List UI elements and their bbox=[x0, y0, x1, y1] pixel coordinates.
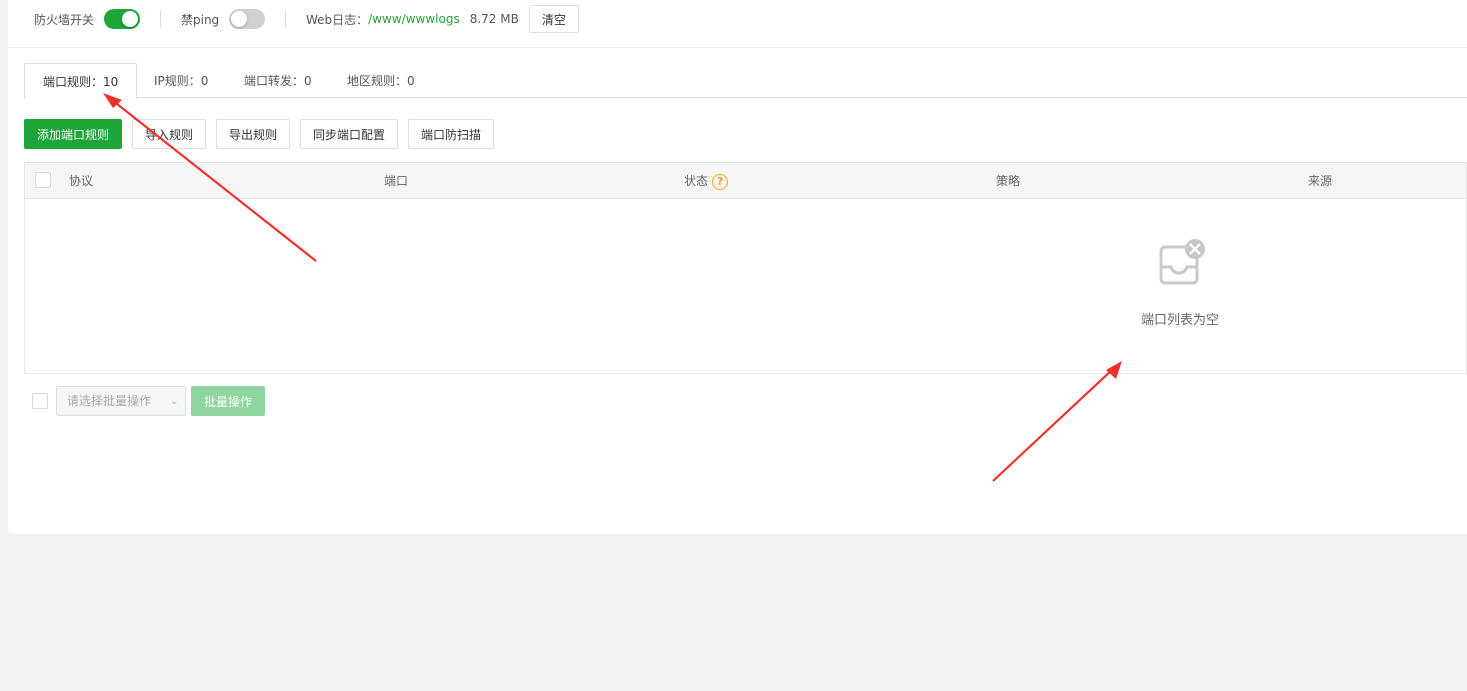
chevron-down-icon: ⌄ bbox=[169, 394, 179, 407]
divider bbox=[160, 10, 161, 28]
ping-toggle-group: 禁ping bbox=[181, 0, 266, 38]
sync-port-config-button[interactable]: 同步端口配置 bbox=[300, 119, 398, 149]
batch-select-placeholder: 请选择批量操作 bbox=[67, 394, 152, 408]
weblog-path-link[interactable]: /www/wwwlogs bbox=[368, 12, 460, 26]
empty-state-text: 端口列表为空 bbox=[1140, 313, 1219, 328]
column-port[interactable]: 端口 bbox=[384, 163, 408, 199]
port-anti-scan-button[interactable]: 端口防扫描 bbox=[408, 119, 494, 149]
ping-label: 禁ping bbox=[181, 12, 220, 27]
divider bbox=[285, 10, 286, 28]
port-rules-table: 协议 端口 状态? 策略 来源 端口列表为空 bbox=[24, 162, 1467, 374]
import-rules-button[interactable]: 导入规则 bbox=[132, 119, 206, 149]
ping-switch[interactable] bbox=[229, 9, 266, 29]
tab-port-rules[interactable]: 端口规则：10 bbox=[24, 63, 138, 99]
firewall-label: 防火墙开关 bbox=[34, 12, 95, 27]
firewall-switch[interactable] bbox=[104, 9, 141, 29]
column-policy[interactable]: 策略 bbox=[996, 163, 1020, 199]
firewall-toggle-group: 防火墙开关 bbox=[34, 0, 141, 38]
switch-knob bbox=[122, 11, 139, 27]
switch-knob bbox=[231, 11, 248, 27]
tab-region-rules[interactable]: 地区规则：0 bbox=[347, 63, 415, 98]
export-rules-button[interactable]: 导出规则 bbox=[216, 119, 290, 149]
weblog-size: 8.72 MB bbox=[469, 12, 519, 26]
select-all-checkbox[interactable] bbox=[35, 172, 51, 188]
column-status-label: 状态 bbox=[684, 174, 709, 188]
question-circle-icon[interactable]: ? bbox=[712, 173, 729, 190]
column-protocol[interactable]: 协议 bbox=[69, 163, 93, 199]
batch-select-checkbox[interactable] bbox=[32, 393, 48, 409]
table-header: 协议 端口 状态? 策略 来源 bbox=[25, 163, 1466, 199]
add-port-rule-button[interactable]: 添加端口规则 bbox=[24, 119, 122, 149]
empty-inbox-icon bbox=[1159, 239, 1205, 285]
tab-ip-rules[interactable]: IP规则：0 bbox=[154, 63, 208, 98]
tab-port-forward[interactable]: 端口转发：0 bbox=[244, 63, 312, 98]
column-status: 状态? bbox=[684, 163, 729, 199]
batch-operation-select[interactable]: 请选择批量操作 ⌄ bbox=[56, 386, 186, 416]
top-bar: 防火墙开关 禁ping Web日志： /www/wwwlogs 8.72 MB … bbox=[8, 0, 1467, 48]
firewall-panel: 防火墙开关 禁ping Web日志： /www/wwwlogs 8.72 MB … bbox=[8, 0, 1467, 534]
clear-log-button[interactable]: 清空 bbox=[528, 5, 579, 33]
batch-apply-button[interactable]: 批量操作 bbox=[191, 386, 265, 416]
column-source[interactable]: 来源 bbox=[1308, 163, 1332, 199]
rule-tabs: 端口规则：10 IP规则：0 端口转发：0 地区规则：0 bbox=[24, 63, 1467, 99]
weblog-group: Web日志： /www/wwwlogs 8.72 MB 清空 bbox=[306, 0, 579, 38]
weblog-label: Web日志： bbox=[306, 12, 369, 27]
